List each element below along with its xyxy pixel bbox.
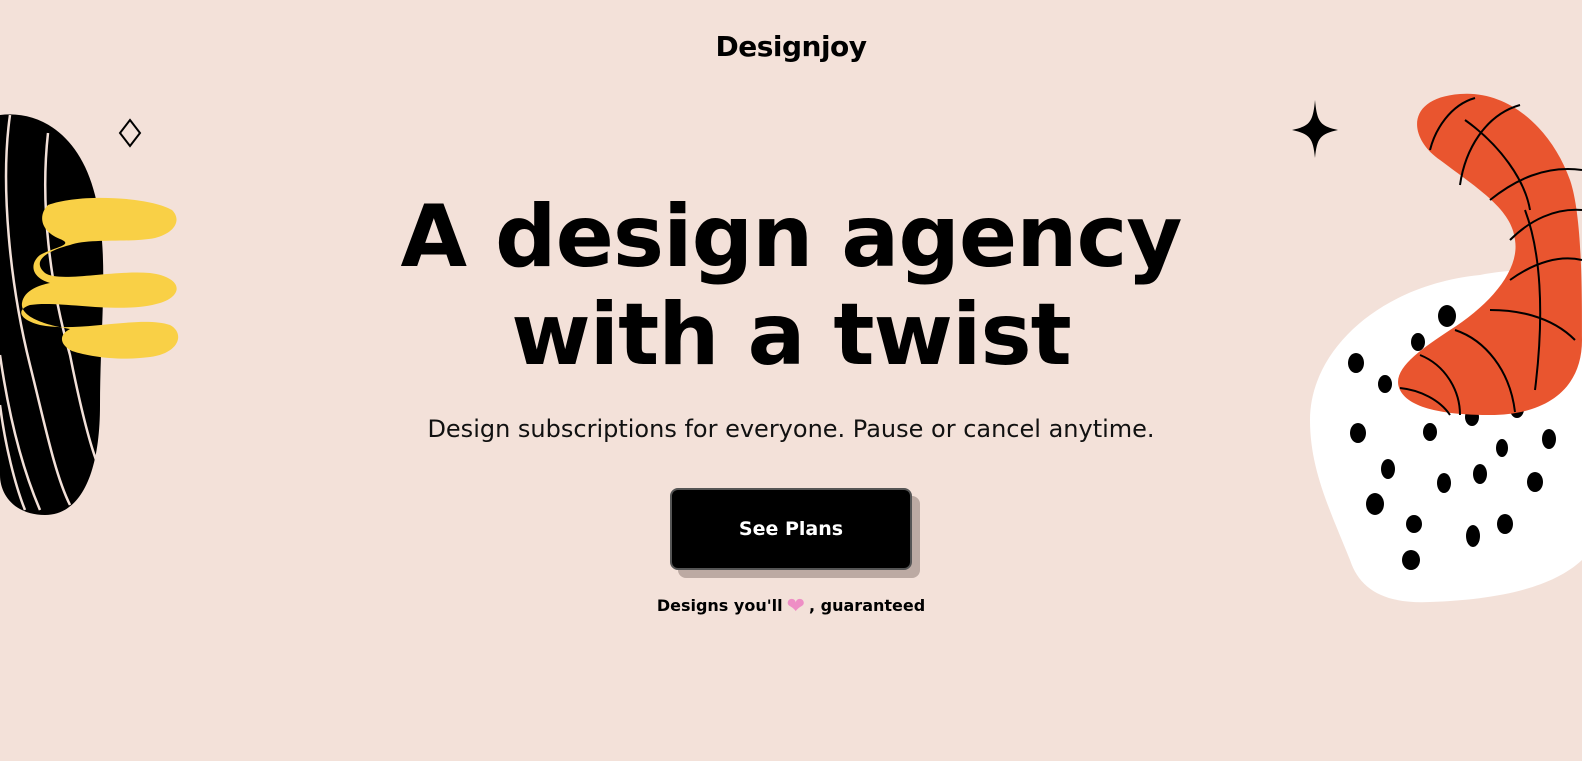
tagline-suffix: , guaranteed	[809, 596, 926, 615]
diamond-outline-icon	[118, 118, 142, 148]
hero-subtitle: Design subscriptions for everyone. Pause…	[427, 415, 1155, 443]
tagline-prefix: Designs you'll	[656, 596, 783, 615]
tagline: Designs you'll ❤, guaranteed	[0, 594, 1582, 619]
hero-title-line-2: with a twist	[511, 285, 1072, 385]
hero-title: A design agency with a twist	[0, 188, 1582, 384]
logo[interactable]: Designjoy	[0, 28, 1582, 66]
hero-title-line-1: A design agency	[400, 187, 1183, 287]
see-plans-button[interactable]: See Plans	[670, 488, 912, 570]
heart-icon: ❤	[786, 594, 806, 619]
sparkle-star-icon	[1292, 100, 1338, 158]
